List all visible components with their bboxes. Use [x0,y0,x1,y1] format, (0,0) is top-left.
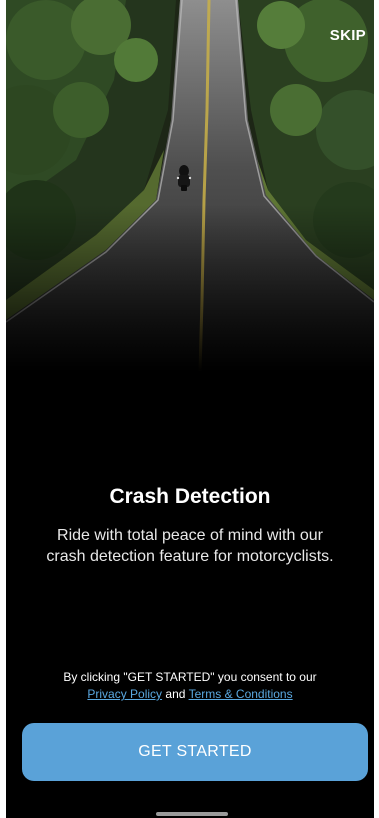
skip-button[interactable]: SKIP [330,27,366,44]
consent-prefix: By clicking "GET STARTED" you consent to… [63,670,317,684]
home-indicator [156,812,228,816]
get-started-button[interactable]: GET STARTED [22,723,368,781]
privacy-policy-link[interactable]: Privacy Policy [87,687,162,701]
page-title: Crash Detection [109,485,271,508]
terms-conditions-link[interactable]: Terms & Conditions [189,687,293,701]
feature-description: Ride with total peace of mind with our c… [46,527,334,565]
get-started-label: GET STARTED [138,743,252,760]
consent-links: Privacy Policy and Terms & Conditions [6,686,374,703]
hero-image [6,0,374,372]
onboarding-screen: SKIP Crash Detection Ride with total pea… [6,0,374,818]
consent-connector: and [165,687,186,701]
consent-text: By clicking "GET STARTED" you consent to… [6,669,374,703]
